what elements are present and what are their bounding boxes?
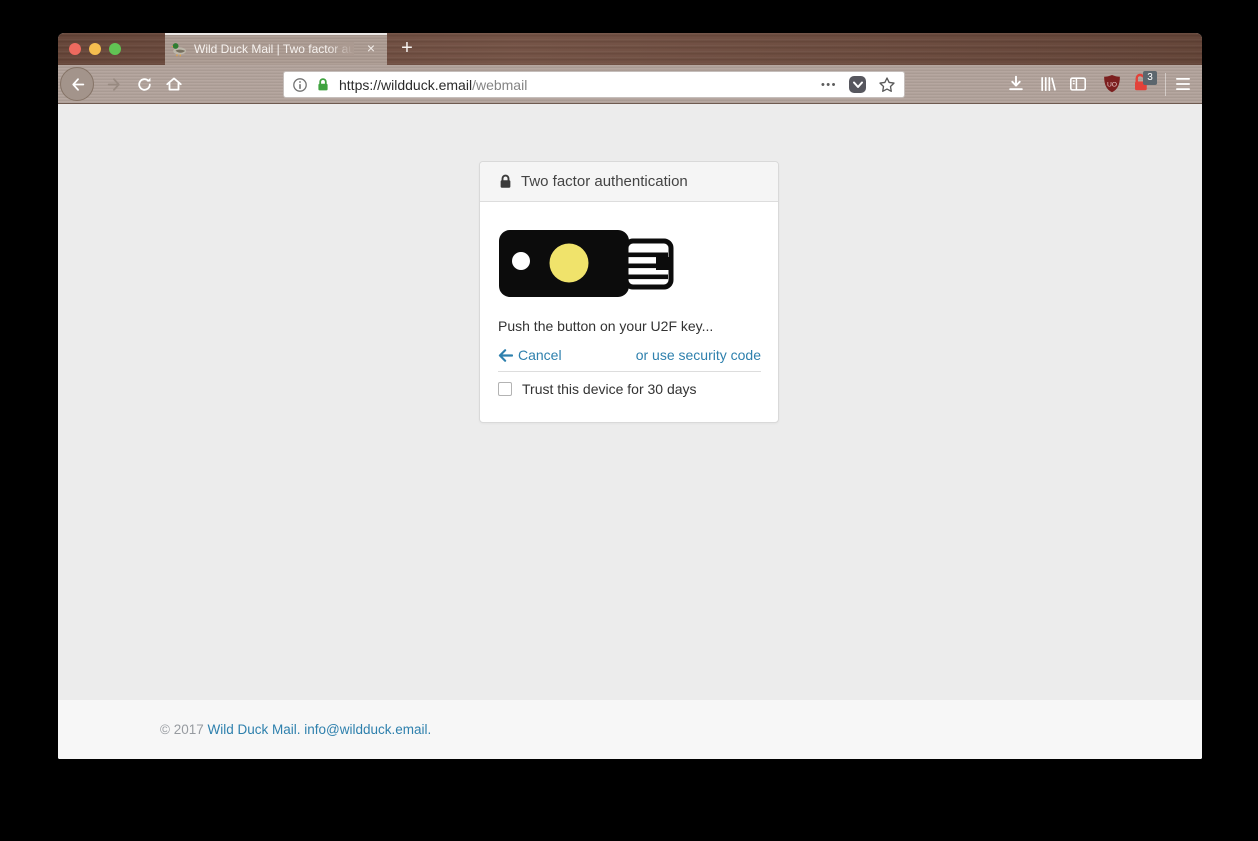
footer-text: © 2017 Wild Duck Mail. info@wildduck.ema… — [160, 722, 431, 737]
url-host: https://wildduck.email — [339, 77, 472, 93]
back-button[interactable] — [60, 67, 94, 101]
url-bar[interactable]: https://wildduck.email/webmail ••• — [283, 71, 905, 98]
contact-email-link[interactable]: info@wildduck.email. — [304, 722, 431, 737]
card-divider — [498, 371, 761, 372]
hamburger-menu-icon — [1175, 77, 1191, 91]
downloads-button[interactable] — [1004, 65, 1028, 103]
navigation-toolbar: https://wildduck.email/webmail ••• — [58, 65, 1202, 104]
pocket-icon[interactable] — [849, 76, 866, 93]
home-icon — [165, 75, 183, 93]
traffic-lights — [69, 43, 121, 55]
webpage-content: Two factor authentication Push the butto… — [58, 104, 1202, 759]
browser-window: Wild Duck Mail | Two factor aut × + — [58, 33, 1202, 759]
card-body: Push the button on your U2F key... Cance… — [480, 202, 778, 422]
reload-icon — [136, 76, 153, 93]
ublock-origin-button[interactable]: UO — [1100, 65, 1124, 103]
use-security-code-link[interactable]: or use security code — [636, 345, 761, 365]
url-text: https://wildduck.email/webmail — [339, 77, 527, 93]
extension-lock-button[interactable]: 3 — [1128, 65, 1154, 103]
library-icon — [1039, 75, 1057, 93]
trust-device-checkbox[interactable] — [498, 382, 512, 396]
title-bar: Wild Duck Mail | Two factor aut × + — [58, 33, 1202, 65]
zoom-window-button[interactable] — [109, 43, 121, 55]
trust-device-row: Trust this device for 30 days — [498, 381, 761, 397]
page-info-icon[interactable] — [292, 77, 308, 93]
app-menu-button[interactable] — [1171, 65, 1195, 103]
sidebar-toggle-button[interactable] — [1066, 65, 1090, 103]
u2f-instruction-text: Push the button on your U2F key... — [498, 316, 761, 336]
reload-button[interactable] — [132, 65, 156, 103]
minimize-window-button[interactable] — [89, 43, 101, 55]
back-arrow-icon — [69, 76, 86, 93]
extension-badge-count: 3 — [1143, 71, 1157, 85]
new-tab-button[interactable]: + — [394, 36, 420, 62]
page-footer: © 2017 Wild Duck Mail. info@wildduck.ema… — [58, 700, 1202, 759]
library-button[interactable] — [1036, 65, 1060, 103]
card-header: Two factor authentication — [480, 162, 778, 202]
close-tab-icon[interactable]: × — [362, 40, 380, 58]
toolbar-separator — [1165, 73, 1166, 96]
duck-favicon-icon — [171, 41, 187, 57]
brand-link[interactable]: Wild Duck Mail. — [207, 722, 300, 737]
https-lock-icon[interactable] — [315, 77, 331, 93]
cancel-link[interactable]: Cancel — [498, 345, 562, 365]
page-actions-button[interactable]: ••• — [821, 79, 837, 91]
copyright-text: © 2017 — [160, 722, 207, 737]
download-icon — [1007, 75, 1025, 93]
u2f-key-image — [498, 229, 675, 299]
browser-tab[interactable]: Wild Duck Mail | Two factor aut × — [165, 33, 387, 65]
close-window-button[interactable] — [69, 43, 81, 55]
trust-device-label: Trust this device for 30 days — [522, 381, 697, 397]
home-button[interactable] — [162, 65, 186, 103]
two-factor-card: Two factor authentication Push the butto… — [479, 161, 779, 423]
url-path: /webmail — [472, 77, 527, 93]
forward-button — [102, 65, 126, 103]
cancel-label: Cancel — [518, 345, 562, 365]
svg-text:UO: UO — [1107, 81, 1117, 88]
sidebar-icon — [1069, 75, 1087, 93]
tab-title: Wild Duck Mail | Two factor aut — [194, 42, 354, 56]
card-title: Two factor authentication — [521, 173, 688, 190]
forward-arrow-icon — [106, 76, 123, 93]
bookmark-star-icon[interactable] — [878, 76, 896, 94]
lock-icon — [498, 174, 513, 189]
ublock-shield-icon: UO — [1102, 74, 1122, 94]
links-row: Cancel or use security code — [498, 345, 761, 365]
left-arrow-icon — [498, 349, 513, 362]
